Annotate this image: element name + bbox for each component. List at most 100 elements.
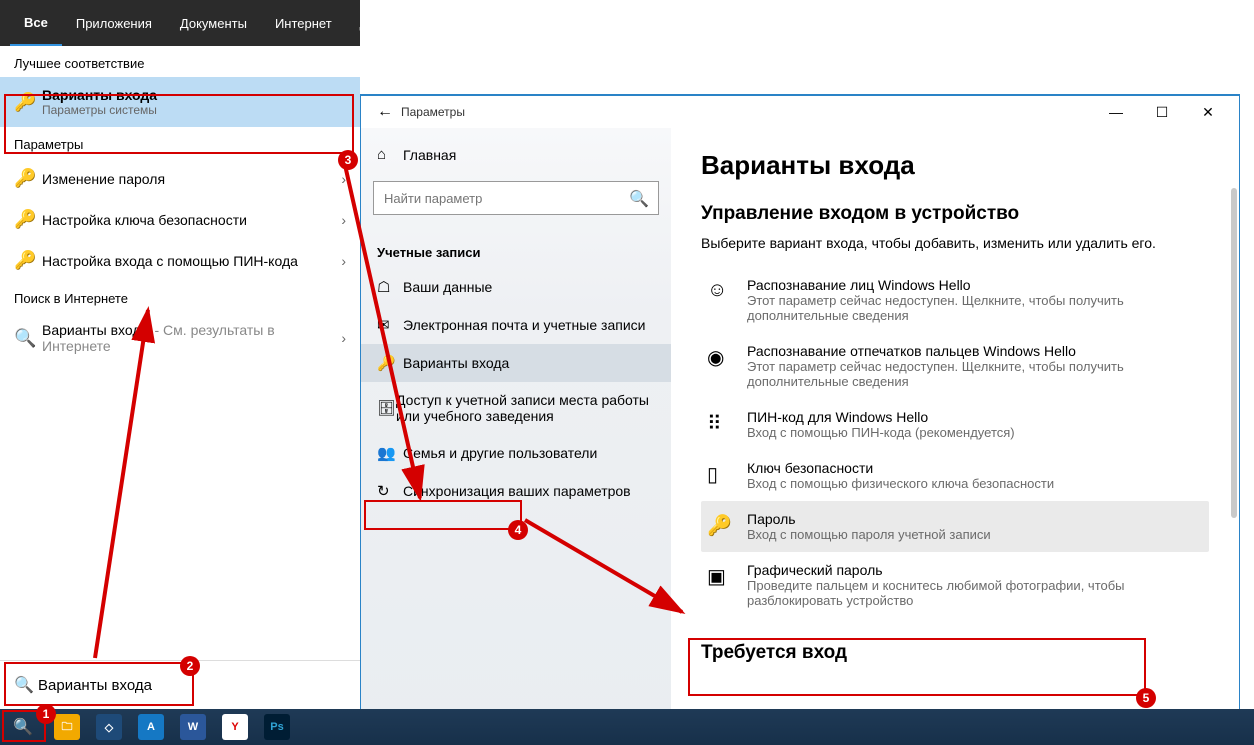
keypad-icon: ⠿ bbox=[707, 409, 747, 440]
param-item-label: Изменение пароля bbox=[42, 171, 341, 187]
sidebar-item-label: Электронная почта и учетные записи bbox=[403, 317, 645, 333]
taskbar-app-photoshop[interactable]: Ps bbox=[256, 709, 298, 745]
footer-heading: Требуется вход bbox=[701, 642, 1209, 664]
option-title: ПИН-код для Windows Hello bbox=[747, 409, 1203, 425]
page-subheading: Управление входом в устройство bbox=[701, 203, 1209, 225]
sidebar-item-label: Ваши данные bbox=[403, 279, 492, 295]
sidebar-item-your-info[interactable]: ☖Ваши данные bbox=[361, 268, 671, 306]
param-item[interactable]: 🔑 Настройка ключа безопасности › bbox=[0, 199, 360, 240]
signin-option-fingerprint[interactable]: ◉ Распознавание отпечатков пальцев Windo… bbox=[701, 333, 1209, 399]
page-heading: Варианты входа bbox=[701, 150, 1209, 181]
back-button[interactable]: ← bbox=[369, 103, 401, 121]
taskbar-app-virtualbox[interactable]: ◇ bbox=[88, 709, 130, 745]
sidebar-item-sync[interactable]: ↻Синхронизация ваших параметров bbox=[361, 472, 671, 510]
option-title: Распознавание лиц Windows Hello bbox=[747, 277, 1203, 293]
option-sub: Проведите пальцем и коснитесь любимой фо… bbox=[747, 578, 1203, 608]
search-panel: Все Приложения Документы Интернет Другие… bbox=[0, 0, 360, 709]
tab-web[interactable]: Интернет bbox=[261, 0, 346, 46]
search-box[interactable]: 🔍 bbox=[0, 660, 360, 709]
sidebar-item-label: Синхронизация ваших параметров bbox=[403, 483, 631, 499]
param-item-label: Настройка ключа безопасности bbox=[42, 212, 341, 228]
more-icon[interactable]: ⋯ bbox=[462, 13, 498, 33]
best-match-label: Лучшее соответствие bbox=[0, 46, 360, 77]
param-item[interactable]: 🔑 Изменение пароля › bbox=[0, 158, 360, 199]
best-match-title: Варианты входа bbox=[42, 87, 346, 103]
param-item[interactable]: 🔑 Настройка входа с помощью ПИН-кода › bbox=[0, 240, 360, 281]
sidebar-category-label: Учетные записи bbox=[361, 231, 671, 268]
feedback-icon[interactable]: ☺ bbox=[425, 14, 461, 32]
taskbar: 🔍 🗀 ◇ A W Y Ps bbox=[0, 709, 1254, 745]
sidebar-item-label: Доступ к учетной записи места работы или… bbox=[396, 392, 655, 424]
option-sub: Этот параметр сейчас недоступен. Щелкнит… bbox=[747, 293, 1203, 323]
tab-all[interactable]: Все bbox=[10, 0, 62, 46]
settings-content: Варианты входа Управление входом в устро… bbox=[671, 128, 1239, 743]
key-icon: 🔑 bbox=[377, 354, 403, 372]
home-icon: ⌂ bbox=[377, 146, 403, 163]
settings-window: ← Параметры — ☐ ✕ ⌂Главная 🔍 Учетные зап… bbox=[360, 94, 1240, 744]
params-label: Параметры bbox=[0, 127, 360, 158]
chevron-right-icon: › bbox=[341, 212, 346, 228]
signin-option-pin[interactable]: ⠿ ПИН-код для Windows HelloВход с помощь… bbox=[701, 399, 1209, 450]
close-button[interactable]: ✕ bbox=[1185, 104, 1231, 121]
best-match-result[interactable]: 🔑 Варианты входа Параметры системы bbox=[0, 77, 360, 127]
sidebar-item-work-access[interactable]: 🗄Доступ к учетной записи места работы ил… bbox=[361, 382, 671, 434]
option-title: Ключ безопасности bbox=[747, 460, 1203, 476]
taskbar-app-yandex[interactable]: Y bbox=[214, 709, 256, 745]
taskbar-app-word[interactable]: W bbox=[172, 709, 214, 745]
chevron-right-icon: › bbox=[341, 330, 346, 346]
tab-apps[interactable]: Приложения bbox=[62, 0, 166, 46]
settings-search-input[interactable] bbox=[373, 181, 659, 215]
settings-sidebar: ⌂Главная 🔍 Учетные записи ☖Ваши данные ✉… bbox=[361, 128, 671, 743]
search-icon: 🔍 bbox=[14, 675, 38, 695]
key-icon: 🔑 bbox=[14, 92, 42, 113]
sidebar-home-label: Главная bbox=[403, 147, 456, 163]
fingerprint-icon: ◉ bbox=[707, 343, 747, 389]
taskbar-app-explorer[interactable]: 🗀 bbox=[46, 709, 88, 745]
key-icon: 🔑 bbox=[707, 511, 747, 542]
briefcase-icon: 🗄 bbox=[377, 399, 396, 417]
sidebar-item-email[interactable]: ✉Электронная почта и учетные записи bbox=[361, 306, 671, 344]
signin-option-password[interactable]: 🔑 ПарольВход с помощью пароля учетной за… bbox=[701, 501, 1209, 552]
mail-icon: ✉ bbox=[377, 316, 403, 334]
sidebar-item-signin-options[interactable]: 🔑Варианты входа bbox=[361, 344, 671, 382]
window-title: Параметры bbox=[401, 105, 465, 119]
search-icon: 🔍 bbox=[14, 328, 42, 349]
usb-icon: ▯ bbox=[707, 460, 747, 491]
sidebar-home[interactable]: ⌂Главная bbox=[361, 136, 671, 173]
option-sub: Вход с помощью пароля учетной записи bbox=[747, 527, 1203, 542]
face-icon: ☺ bbox=[707, 277, 747, 323]
web-result[interactable]: 🔍 Варианты входы - См. результаты в Инте… bbox=[0, 312, 360, 364]
option-title: Графический пароль bbox=[747, 562, 1203, 578]
web-result-label: Варианты входы - См. результаты в Интерн… bbox=[42, 322, 341, 354]
scrollbar[interactable] bbox=[1231, 188, 1237, 518]
tab-more[interactable]: Другие▾ bbox=[346, 0, 426, 46]
option-title: Распознавание отпечатков пальцев Windows… bbox=[747, 343, 1203, 359]
taskbar-app-abbyy[interactable]: A bbox=[130, 709, 172, 745]
picture-icon: ▣ bbox=[707, 562, 747, 608]
search-icon: 🔍 bbox=[629, 189, 649, 209]
option-sub: Этот параметр сейчас недоступен. Щелкнит… bbox=[747, 359, 1203, 389]
taskbar-search-icon[interactable]: 🔍 bbox=[0, 709, 46, 745]
search-input[interactable] bbox=[38, 677, 346, 694]
signin-option-security-key[interactable]: ▯ Ключ безопасностиВход с помощью физиче… bbox=[701, 450, 1209, 501]
signin-option-face[interactable]: ☺ Распознавание лиц Windows HelloЭтот па… bbox=[701, 267, 1209, 333]
chevron-right-icon: › bbox=[341, 253, 346, 269]
sidebar-item-label: Варианты входа bbox=[403, 355, 509, 371]
option-title: Пароль bbox=[747, 511, 1203, 527]
sidebar-item-label: Семья и другие пользователи bbox=[403, 445, 597, 461]
best-match-sub: Параметры системы bbox=[42, 103, 346, 117]
search-tabs: Все Приложения Документы Интернет Другие… bbox=[0, 0, 360, 46]
titlebar: ← Параметры — ☐ ✕ bbox=[361, 96, 1239, 128]
people-icon: 👥 bbox=[377, 444, 403, 462]
option-sub: Вход с помощью физического ключа безопас… bbox=[747, 476, 1203, 491]
option-sub: Вход с помощью ПИН-кода (рекомендуется) bbox=[747, 425, 1203, 440]
key-icon: 🔑 bbox=[14, 168, 42, 189]
chevron-right-icon: › bbox=[341, 171, 346, 187]
sync-icon: ↻ bbox=[377, 482, 403, 500]
minimize-button[interactable]: — bbox=[1093, 104, 1139, 120]
tab-docs[interactable]: Документы bbox=[166, 0, 261, 46]
signin-option-picture-password[interactable]: ▣ Графический парольПроведите пальцем и … bbox=[701, 552, 1209, 618]
param-item-label: Настройка входа с помощью ПИН-кода bbox=[42, 253, 341, 269]
sidebar-item-family[interactable]: 👥Семья и другие пользователи bbox=[361, 434, 671, 472]
maximize-button[interactable]: ☐ bbox=[1139, 104, 1185, 121]
